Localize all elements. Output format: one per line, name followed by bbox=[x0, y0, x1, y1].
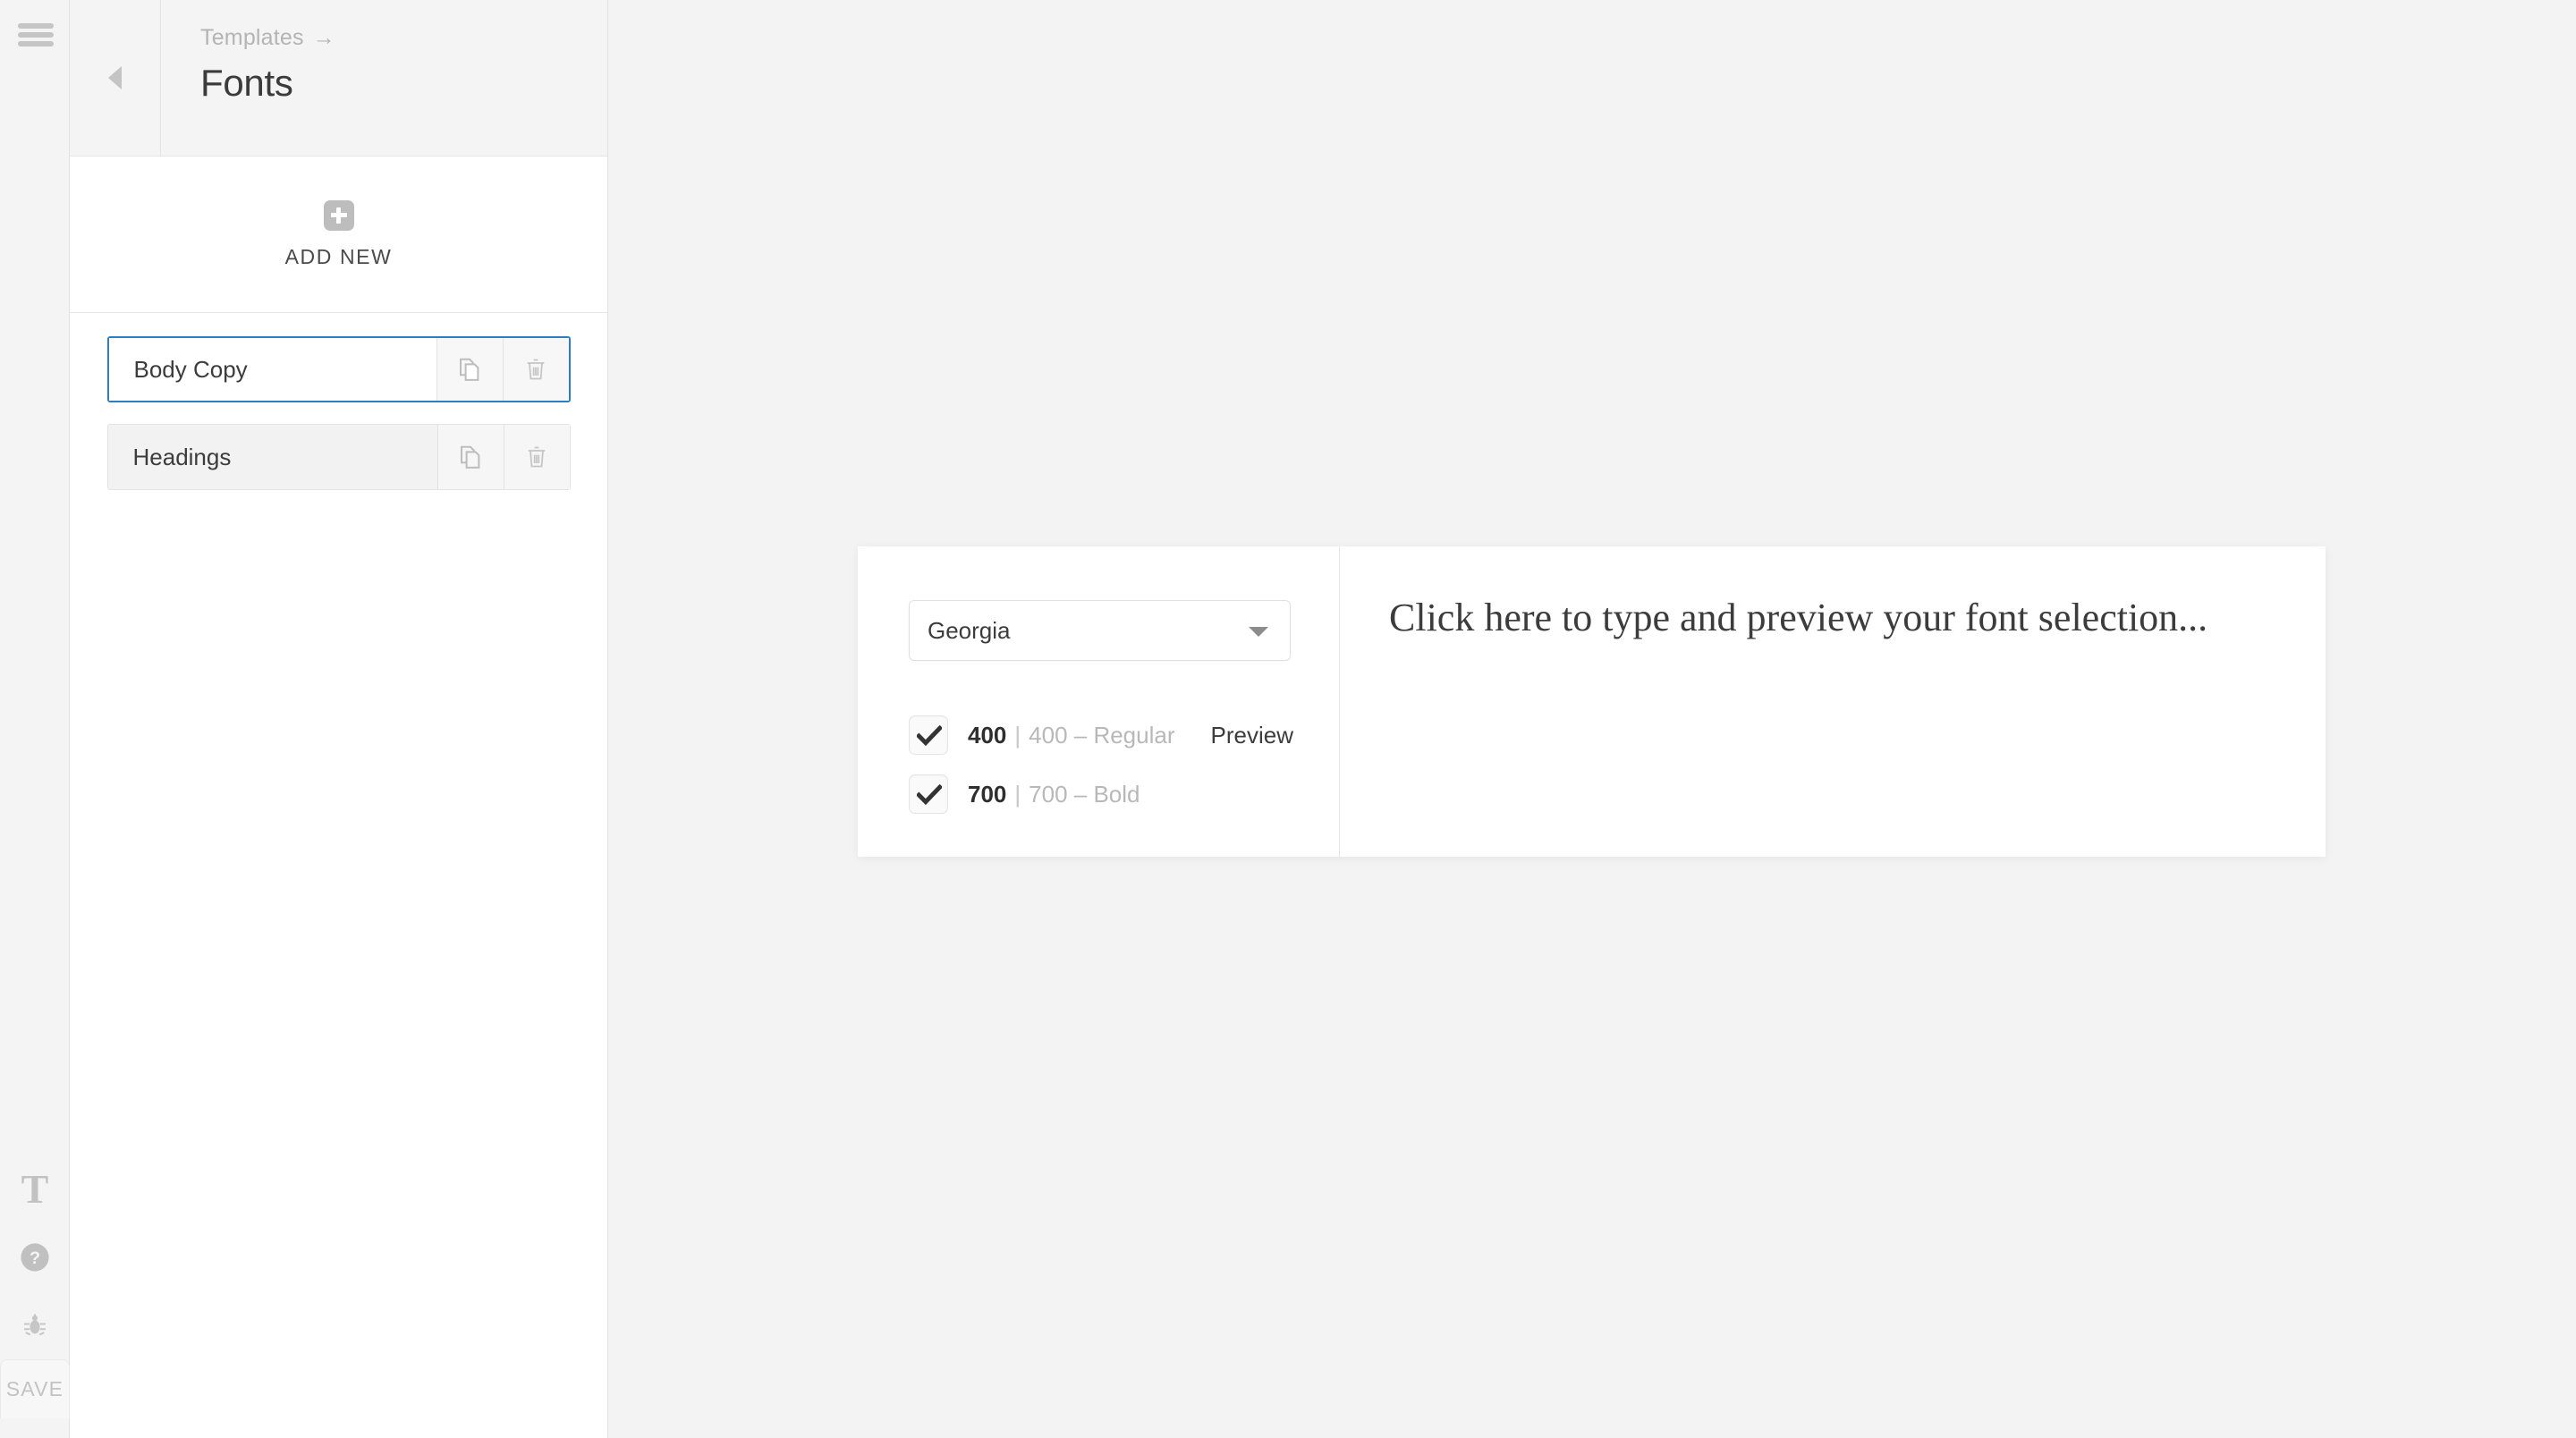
bug-icon[interactable] bbox=[0, 1291, 70, 1359]
font-editor-panel: Georgia 400 | 400 – Regular Preview 700 … bbox=[858, 546, 2326, 857]
svg-text:?: ? bbox=[30, 1248, 40, 1268]
plus-icon bbox=[323, 199, 354, 231]
sidebar-header: Templates → Fonts bbox=[70, 0, 607, 156]
save-button[interactable]: SAVE bbox=[0, 1359, 70, 1418]
font-settings-column: Georgia 400 | 400 – Regular Preview 700 … bbox=[858, 546, 1340, 857]
menu-icon[interactable] bbox=[18, 23, 54, 47]
page-title: Fonts bbox=[200, 62, 293, 104]
font-list: Body Copy Headings bbox=[70, 313, 607, 490]
add-new-label: ADD NEW bbox=[284, 244, 393, 268]
duplicate-button[interactable] bbox=[436, 425, 504, 489]
font-weight-list: 400 | 400 – Regular Preview 700 | 700 – … bbox=[909, 712, 1293, 830]
back-button[interactable] bbox=[70, 0, 161, 156]
weight-number: 700 bbox=[968, 780, 1007, 808]
weight-preview-link[interactable]: Preview bbox=[1211, 722, 1293, 749]
list-item-label[interactable]: Headings bbox=[108, 425, 437, 489]
weight-checkbox[interactable] bbox=[909, 774, 948, 814]
weight-number: 400 bbox=[968, 721, 1007, 749]
preview-input[interactable]: Click here to type and preview your font… bbox=[1389, 589, 2272, 647]
list-item-label[interactable]: Body Copy bbox=[108, 338, 436, 401]
icon-rail: T ? SAVE bbox=[0, 0, 70, 1438]
weight-row: 400 | 400 – Regular Preview bbox=[909, 712, 1293, 758]
rail-bottom-group: T ? SAVE bbox=[0, 1155, 70, 1438]
weight-separator: | bbox=[1014, 780, 1021, 808]
list-item[interactable]: Headings bbox=[106, 424, 571, 490]
chevron-down-icon bbox=[1249, 627, 1268, 637]
header-text: Templates → Fonts bbox=[161, 0, 335, 156]
breadcrumb-label: Templates bbox=[200, 25, 304, 50]
app-root: T ? SAVE Templates → Fonts ADD NEW Body … bbox=[0, 0, 2576, 1438]
arrow-right-icon: → bbox=[312, 25, 335, 50]
font-family-select[interactable]: Georgia bbox=[909, 600, 1291, 661]
add-new-button[interactable]: ADD NEW bbox=[70, 156, 607, 313]
weight-description: 400 – Regular bbox=[1029, 721, 1175, 749]
weight-separator: | bbox=[1014, 721, 1021, 749]
font-family-value: Georgia bbox=[928, 616, 1011, 644]
weight-description: 700 – Bold bbox=[1029, 780, 1140, 808]
chevron-left-icon bbox=[108, 66, 122, 89]
weight-checkbox[interactable] bbox=[909, 715, 948, 755]
delete-button[interactable] bbox=[502, 338, 569, 401]
delete-button[interactable] bbox=[503, 425, 570, 489]
duplicate-button[interactable] bbox=[436, 338, 503, 401]
font-preview-column: Click here to type and preview your font… bbox=[1340, 546, 2326, 857]
help-icon[interactable]: ? bbox=[0, 1223, 70, 1291]
list-item[interactable]: Body Copy bbox=[106, 336, 571, 402]
sidebar: Templates → Fonts ADD NEW Body Copy Head… bbox=[70, 0, 608, 1438]
typography-icon[interactable]: T bbox=[0, 1155, 70, 1223]
breadcrumb[interactable]: Templates → bbox=[200, 25, 335, 51]
weight-row: 700 | 700 – Bold bbox=[909, 771, 1293, 817]
